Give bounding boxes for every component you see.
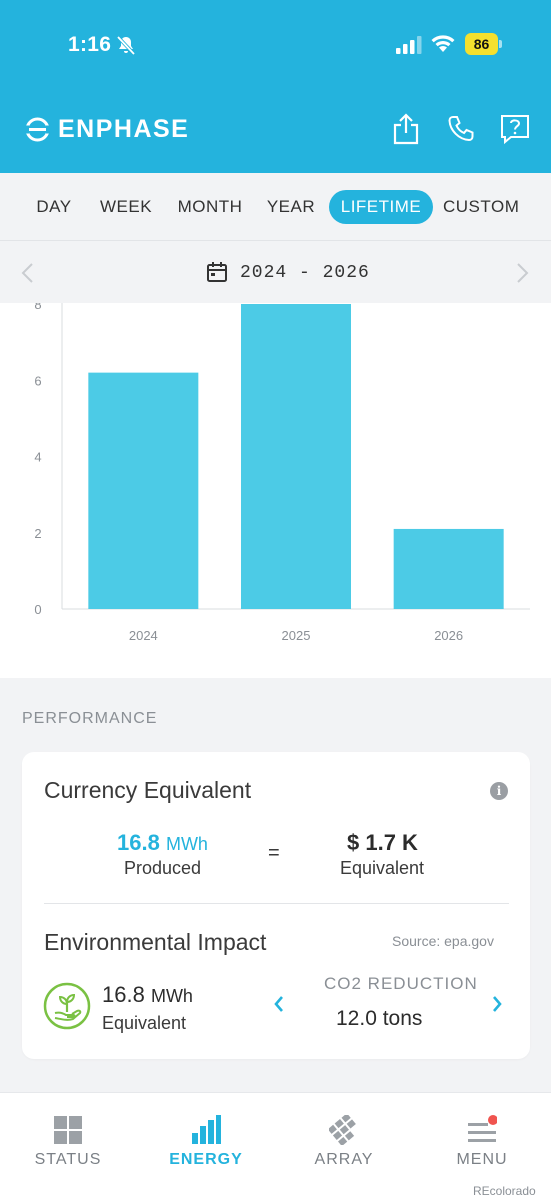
- card-divider: [44, 903, 509, 904]
- date-range-label[interactable]: 2024 - 2026: [240, 263, 370, 283]
- tab-week[interactable]: WEEK: [95, 190, 157, 224]
- chart-bar: [241, 304, 351, 609]
- previous-metric-chevron-icon[interactable]: [272, 994, 286, 1014]
- y-tick-label: 2: [34, 526, 41, 541]
- info-icon[interactable]: i: [490, 782, 508, 800]
- app-header: 1:16 86 ENPHASE: [0, 0, 551, 173]
- next-period-chevron-icon[interactable]: [516, 262, 530, 284]
- period-tabs: DAY WEEK MONTH YEAR LIFETIME CUSTOM: [0, 173, 551, 241]
- nav-array[interactable]: ARRAY: [294, 1115, 394, 1169]
- y-tick-label: 4: [34, 450, 41, 465]
- status-grid-icon: [54, 1116, 82, 1144]
- environment-number: 16.8: [102, 982, 145, 1007]
- x-tick-label: 2026: [434, 628, 463, 643]
- currency-equivalent-heading: Currency Equivalent: [44, 777, 252, 803]
- battery-tip: [499, 40, 502, 48]
- previous-period-chevron-icon[interactable]: [20, 262, 34, 284]
- bell-muted-icon: [116, 35, 136, 55]
- environment-unit: MWh: [150, 986, 193, 1006]
- bar-chart: 0 2 4 6 8 2024 2025 2026: [34, 303, 530, 643]
- produced-unit: MWh: [165, 834, 208, 854]
- solar-array-icon: [329, 1115, 356, 1145]
- notification-badge: [488, 1115, 497, 1125]
- environment-label: Equivalent: [102, 1013, 187, 1033]
- calendar-icon[interactable]: [206, 261, 228, 283]
- produced-number: 16.8: [117, 830, 160, 855]
- chart-bar: [88, 372, 199, 609]
- bottom-navigation: STATUS ENERGY ARRAY MENU: [0, 1092, 551, 1200]
- tab-month[interactable]: MONTH: [175, 190, 245, 224]
- status-bar: 1:16 86: [0, 0, 551, 90]
- nav-energy[interactable]: ENERGY: [156, 1115, 256, 1169]
- energy-bars-icon: [192, 1115, 221, 1144]
- equals-sign: =: [268, 842, 280, 864]
- y-tick-label: 6: [34, 373, 41, 388]
- currency-equivalent-value: $ 1.7 K: [347, 830, 418, 855]
- watermark: REcolorado: [473, 1184, 536, 1198]
- battery-indicator: 86: [465, 33, 503, 55]
- cellular-signal-icon: [396, 36, 422, 54]
- nav-menu[interactable]: MENU: [432, 1115, 532, 1169]
- help-icon[interactable]: [500, 113, 530, 145]
- battery-level: 86: [465, 33, 498, 55]
- chart-bar: [393, 528, 504, 609]
- share-icon[interactable]: [391, 113, 421, 145]
- logo-text: ENPHASE: [58, 114, 190, 143]
- nav-menu-label: MENU: [456, 1151, 508, 1168]
- menu-icon: [468, 1115, 497, 1142]
- phone-icon[interactable]: [446, 113, 476, 145]
- x-tick-label: 2025: [282, 628, 311, 643]
- enphase-logo: ENPHASE: [25, 113, 189, 145]
- status-time: 1:16: [68, 33, 112, 56]
- produced-label: Produced: [124, 858, 202, 878]
- tab-lifetime[interactable]: LIFETIME: [329, 190, 433, 224]
- environment-value: 16.8 MWh: [102, 982, 193, 1008]
- wifi-icon: [431, 35, 455, 52]
- nav-energy-label: ENERGY: [169, 1151, 243, 1168]
- y-tick-label: 8: [34, 303, 41, 312]
- performance-section-title: PERFORMANCE: [22, 710, 158, 727]
- tab-year[interactable]: YEAR: [262, 190, 320, 224]
- nav-status[interactable]: STATUS: [18, 1115, 118, 1169]
- currency-equivalent-label: Equivalent: [340, 858, 425, 878]
- y-tick-label: 0: [34, 602, 41, 617]
- co2-reduction-value: 12.0 tons: [336, 1007, 423, 1030]
- performance-card: Currency Equivalent i 16.8 MWh Produced …: [22, 752, 530, 1059]
- environmental-impact-heading: Environmental Impact: [44, 929, 267, 955]
- enphase-logo-icon: [25, 117, 50, 141]
- energy-chart: 0 2 4 6 8 2024 2025 2026: [0, 303, 551, 678]
- nav-array-label: ARRAY: [314, 1151, 374, 1168]
- tab-custom[interactable]: CUSTOM: [443, 190, 519, 224]
- co2-reduction-label: CO2 REDUCTION: [324, 974, 478, 993]
- plant-in-hand-icon: [43, 982, 91, 1030]
- produced-value: 16.8 MWh: [117, 830, 208, 856]
- x-tick-label: 2024: [129, 628, 158, 643]
- nav-status-label: STATUS: [34, 1151, 102, 1168]
- tab-day[interactable]: DAY: [28, 190, 80, 224]
- source-label: Source: epa.gov: [392, 933, 494, 949]
- next-metric-chevron-icon[interactable]: [490, 994, 504, 1014]
